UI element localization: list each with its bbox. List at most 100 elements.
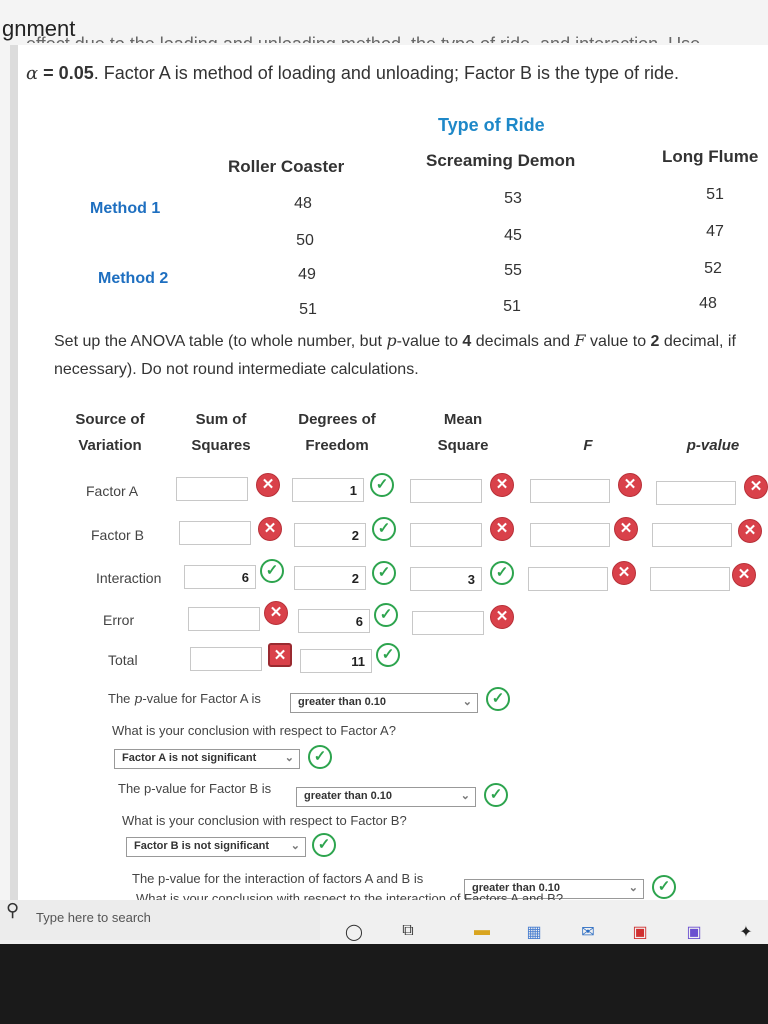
select-value: Factor B is not significant	[134, 840, 270, 852]
incorrect-icon: ✕	[744, 475, 768, 499]
search-placeholder: Type here to search	[36, 910, 151, 925]
f-variable: F	[574, 331, 586, 350]
header-line: Squares	[191, 437, 251, 454]
incorrect-icon: ✕	[738, 519, 762, 543]
question-p-factor-a: The p-value for Factor A is	[108, 691, 261, 707]
header-ss: Sum of Squares	[176, 407, 266, 459]
mail-icon[interactable]: ✉	[576, 922, 600, 941]
cut-off-problem-line: effect due to the loading and unloading …	[26, 27, 768, 43]
chevron-down-icon: ⌄	[462, 696, 472, 708]
p-factor-a-select[interactable]: greater than 0.10 ⌄	[290, 693, 478, 713]
correct-icon: ✓	[376, 643, 400, 667]
cortana-icon[interactable]: ◯	[342, 922, 366, 941]
chevron-down-icon: ⌄	[290, 840, 300, 852]
df-error-input[interactable]: 6	[298, 609, 370, 633]
taskbar: ⚲ Type here to search ◯ ⧉ ▬ ▦ ✉ ▣ ▣ ✦	[0, 900, 768, 944]
ms-factor-a-input[interactable]	[410, 479, 482, 503]
data-cell: 51	[299, 301, 317, 318]
data-cell: 47	[706, 223, 724, 240]
alpha-value: = 0.05	[43, 63, 94, 83]
header-p-value: p-value	[686, 437, 740, 454]
header-ms: Mean Square	[418, 407, 508, 459]
ss-interaction-input[interactable]: 6	[184, 565, 256, 589]
select-value: greater than 0.10	[304, 790, 393, 802]
app-icon[interactable]: ▣	[682, 922, 706, 941]
data-cell: 49	[298, 266, 316, 283]
correct-icon: ✓	[486, 687, 510, 711]
ss-factor-a-input[interactable]	[176, 477, 248, 501]
data-cell: 48	[294, 195, 312, 212]
df-interaction-input[interactable]: 2	[294, 566, 366, 590]
incorrect-icon: ✕	[618, 473, 642, 497]
row-label-total: Total	[108, 652, 138, 668]
incorrect-icon: ✕	[264, 601, 288, 625]
select-value: Factor A is not significant	[122, 752, 257, 764]
header-line: Square	[437, 437, 489, 454]
chevron-down-icon: ⌄	[284, 752, 294, 764]
decimals-number: 4	[462, 333, 472, 350]
ss-error-input[interactable]	[188, 607, 260, 631]
p-factor-b-input[interactable]	[652, 523, 732, 547]
p-interaction-input[interactable]	[650, 567, 730, 591]
incorrect-icon: ✕	[258, 517, 282, 541]
incorrect-icon: ✕	[614, 517, 638, 541]
ss-total-input[interactable]	[190, 647, 262, 671]
taskbar-search[interactable]: ⚲ Type here to search	[0, 900, 320, 940]
row-label-interaction: Interaction	[96, 570, 162, 586]
question-card: effect due to the loading and unloading …	[10, 34, 768, 900]
ss-factor-b-input[interactable]	[179, 521, 251, 545]
instructions-text: decimals and	[471, 333, 575, 350]
header-line: Freedom	[305, 437, 369, 454]
problem-text: . Factor A is method of loading and unlo…	[93, 63, 680, 83]
search-icon: ⚲	[6, 900, 20, 920]
conclusion-a-select[interactable]: Factor A is not significant ⌄	[114, 749, 300, 769]
problem-statement: α = 0.05. Factor A is method of loading …	[26, 63, 766, 84]
screen: gnment effect due to the loading and unl…	[0, 0, 768, 900]
correct-icon: ✓	[312, 833, 336, 857]
correct-icon: ✓	[372, 517, 396, 541]
df-factor-a-input[interactable]: 1	[292, 478, 364, 502]
correct-icon: ✓	[308, 745, 332, 769]
data-cell: 53	[504, 190, 522, 207]
conclusion-b-select[interactable]: Factor B is not significant ⌄	[126, 837, 306, 857]
f-interaction-input[interactable]	[528, 567, 608, 591]
ms-interaction-input[interactable]: 3	[410, 567, 482, 591]
data-table: Type of Ride Roller Coaster Screaming De…	[18, 105, 768, 325]
correct-icon: ✓	[370, 473, 394, 497]
file-explorer-icon[interactable]: ▬	[470, 922, 494, 940]
task-view-icon[interactable]: ⧉	[396, 922, 420, 940]
row-label-factor-b: Factor B	[91, 527, 144, 543]
p-variable: p	[386, 331, 397, 350]
df-total-input[interactable]: 11	[300, 649, 372, 673]
store-icon[interactable]: ▦	[522, 922, 546, 941]
header-f: F	[583, 437, 593, 454]
row-method-1: Method 1	[90, 200, 161, 217]
df-factor-b-input[interactable]: 2	[294, 523, 366, 547]
incorrect-icon: ✕	[732, 563, 756, 587]
app-icon[interactable]: ▣	[628, 922, 652, 941]
data-cell: 55	[504, 262, 522, 279]
type-of-ride-heading: Type of Ride	[438, 115, 545, 135]
data-cell: 51	[706, 186, 724, 203]
header-df: Degrees of Freedom	[282, 407, 392, 459]
data-cell: 51	[503, 298, 521, 315]
alpha-symbol: α	[26, 63, 39, 84]
ms-factor-b-input[interactable]	[410, 523, 482, 547]
header-line: Source of	[75, 411, 145, 428]
instructions-text: Set up the ANOVA table (to whole number,…	[54, 333, 387, 350]
incorrect-icon: ✕	[612, 561, 636, 585]
f-factor-a-input[interactable]	[530, 479, 610, 503]
correct-icon: ✓	[372, 561, 396, 585]
app-icon[interactable]: ✦	[734, 922, 758, 941]
data-cell: 48	[699, 295, 717, 312]
data-cell: 52	[704, 260, 722, 277]
incorrect-icon: ✕	[490, 605, 514, 629]
question-text: -value for Factor A is	[142, 691, 261, 706]
header-source: Source of Variation	[60, 407, 160, 459]
ms-error-input[interactable]	[412, 611, 484, 635]
correct-icon: ✓	[260, 559, 284, 583]
p-factor-b-select[interactable]: greater than 0.10 ⌄	[296, 787, 476, 807]
f-factor-b-input[interactable]	[530, 523, 610, 547]
question-conclusion-a: What is your conclusion with respect to …	[112, 723, 396, 738]
p-factor-a-input[interactable]	[656, 481, 736, 505]
